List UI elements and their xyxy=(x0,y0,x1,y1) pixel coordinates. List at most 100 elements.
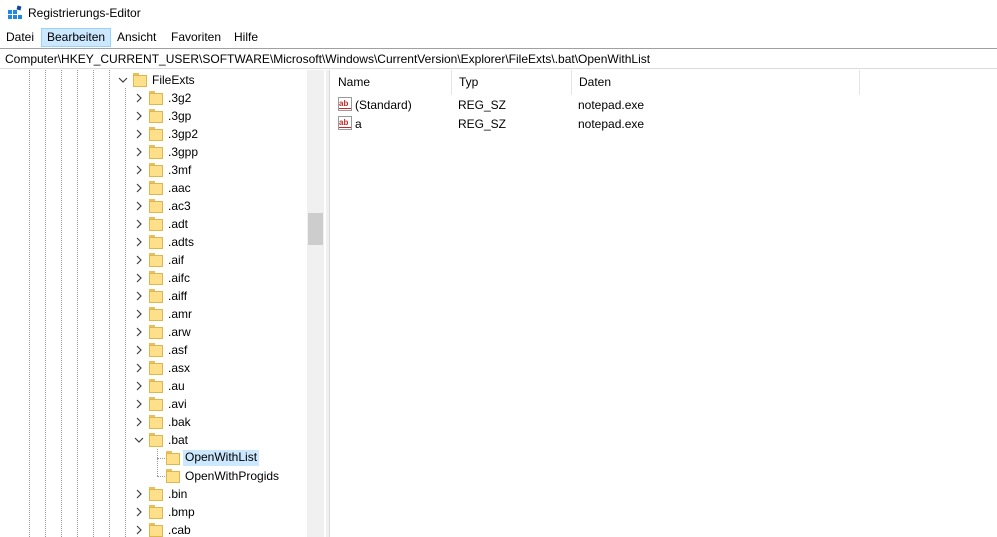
tree-scrollbar[interactable] xyxy=(307,70,324,537)
value-row[interactable]: ab (Standard) REG_SZ notepad.exe xyxy=(331,95,997,114)
column-header-type[interactable]: Typ xyxy=(452,70,572,95)
tree-node[interactable]: .bat xyxy=(0,431,308,449)
value-row[interactable]: ab a REG_SZ notepad.exe xyxy=(331,114,997,133)
tree-node-label: .ac3 xyxy=(168,199,191,213)
tree-node[interactable]: .bak xyxy=(0,413,308,431)
tree-node[interactable]: .cab xyxy=(0,521,308,537)
value-data: notepad.exe xyxy=(578,98,645,112)
tree-node[interactable]: .bmp xyxy=(0,503,308,521)
chevron-right-icon[interactable] xyxy=(133,128,145,140)
chevron-right-icon[interactable] xyxy=(133,200,145,212)
tree-node[interactable]: .amr xyxy=(0,305,308,323)
tree-node[interactable]: .asf xyxy=(0,341,308,359)
chevron-right-icon[interactable] xyxy=(133,524,145,536)
menu-hilfe[interactable]: Hilfe xyxy=(229,28,263,47)
title-bar: Registrierungs-Editor xyxy=(0,0,997,26)
chevron-right-icon[interactable] xyxy=(133,416,145,428)
value-type: REG_SZ xyxy=(458,117,507,131)
tree-node-fileexts[interactable]: FileExts xyxy=(0,71,308,89)
folder-icon xyxy=(149,379,163,393)
tree-node[interactable]: .aifc xyxy=(0,269,308,287)
tree-node-label: .aiff xyxy=(168,289,188,303)
menu-favoriten[interactable]: Favoriten xyxy=(166,28,226,47)
column-header-name[interactable]: Name xyxy=(331,70,452,95)
folder-icon xyxy=(149,325,163,339)
tree-node[interactable]: .aif xyxy=(0,251,308,269)
chevron-right-icon[interactable] xyxy=(133,254,145,266)
tree-node[interactable]: .3g2 xyxy=(0,89,308,107)
tree-node[interactable]: .3gp xyxy=(0,107,308,125)
tree-node-label: .asx xyxy=(168,361,191,375)
column-header-data[interactable]: Daten xyxy=(572,70,860,95)
chevron-right-icon[interactable] xyxy=(133,110,145,122)
tree-node[interactable]: .bin xyxy=(0,485,308,503)
chevron-right-icon[interactable] xyxy=(133,290,145,302)
tree-node-label: .avi xyxy=(168,397,187,411)
chevron-right-icon[interactable] xyxy=(133,218,145,230)
tree-node-child[interactable]: OpenWithProgids xyxy=(0,467,308,485)
string-value-icon: ab xyxy=(338,116,352,130)
tree-node-label: .asf xyxy=(168,343,188,357)
address-bar[interactable]: Computer\HKEY_CURRENT_USER\SOFTWARE\Micr… xyxy=(0,48,997,69)
menu-ansicht[interactable]: Ansicht xyxy=(112,28,161,47)
tree-node[interactable]: .avi xyxy=(0,395,308,413)
tree-node-label: .aac xyxy=(168,181,191,195)
tree-node[interactable]: .3gp2 xyxy=(0,125,308,143)
tree-node[interactable]: .asx xyxy=(0,359,308,377)
values-list[interactable]: Name Typ Daten ab (Standard) REG_SZ note… xyxy=(331,70,997,537)
pane-splitter[interactable] xyxy=(326,70,330,537)
tree-node[interactable]: .au xyxy=(0,377,308,395)
regedit-icon xyxy=(8,5,22,19)
address-path[interactable]: Computer\HKEY_CURRENT_USER\SOFTWARE\Micr… xyxy=(5,52,650,66)
tree-node[interactable]: .3mf xyxy=(0,161,308,179)
tree-node-label: .au xyxy=(168,379,185,393)
chevron-right-icon[interactable] xyxy=(133,506,145,518)
tree-node-label: FileExts xyxy=(152,73,195,87)
tree-node-label: .bin xyxy=(168,487,188,501)
chevron-right-icon[interactable] xyxy=(133,92,145,104)
tree-node-label: .adt xyxy=(168,217,189,231)
tree-node-label: .3mf xyxy=(168,163,192,177)
tree-node-child[interactable]: OpenWithList xyxy=(0,449,308,467)
chevron-right-icon[interactable] xyxy=(133,326,145,338)
chevron-right-icon[interactable] xyxy=(133,344,145,356)
folder-icon xyxy=(149,433,163,447)
menu-datei[interactable]: Datei xyxy=(1,28,39,47)
folder-icon xyxy=(149,271,163,285)
chevron-right-icon[interactable] xyxy=(133,182,145,194)
menu-bar: Datei Bearbeiten Ansicht Favoriten Hilfe xyxy=(0,27,997,47)
chevron-right-icon[interactable] xyxy=(133,146,145,158)
tree-node[interactable]: .aiff xyxy=(0,287,308,305)
folder-icon xyxy=(149,397,163,411)
chevron-right-icon[interactable] xyxy=(133,398,145,410)
chevron-down-icon[interactable] xyxy=(117,74,129,86)
chevron-right-icon[interactable] xyxy=(133,488,145,500)
tree-node[interactable]: .arw xyxy=(0,323,308,341)
tree-node-label: .arw xyxy=(168,325,191,339)
tree-node[interactable]: .3gpp xyxy=(0,143,308,161)
chevron-right-icon[interactable] xyxy=(133,164,145,176)
chevron-right-icon[interactable] xyxy=(133,308,145,320)
value-type: REG_SZ xyxy=(458,98,507,112)
tree-node[interactable]: .adt xyxy=(0,215,308,233)
chevron-right-icon[interactable] xyxy=(133,272,145,284)
tree-node-label: OpenWithProgids xyxy=(185,469,280,483)
tree-node[interactable]: .aac xyxy=(0,179,308,197)
folder-icon xyxy=(149,415,163,429)
menu-bearbeiten[interactable]: Bearbeiten xyxy=(41,28,112,47)
tree-node[interactable]: .ac3 xyxy=(0,197,308,215)
chevron-right-icon[interactable] xyxy=(133,362,145,374)
chevron-right-icon[interactable] xyxy=(133,236,145,248)
tree-node[interactable]: .adts xyxy=(0,233,308,251)
chevron-down-icon[interactable] xyxy=(133,434,145,446)
value-name: a xyxy=(355,117,362,131)
folder-icon xyxy=(149,487,163,501)
tree-node-label: .bat xyxy=(168,433,189,447)
folder-icon xyxy=(149,217,163,231)
scrollbar-thumb[interactable] xyxy=(308,213,323,245)
tree-pane[interactable]: FileExts .3g2 .3gp .3gp2 .3gpp .3mf .aac .ac3 .a… xyxy=(0,70,326,537)
tree-node-label: .bak xyxy=(168,415,191,429)
folder-icon xyxy=(149,523,163,537)
chevron-right-icon[interactable] xyxy=(133,380,145,392)
tree-node-label: OpenWithList xyxy=(183,450,260,466)
